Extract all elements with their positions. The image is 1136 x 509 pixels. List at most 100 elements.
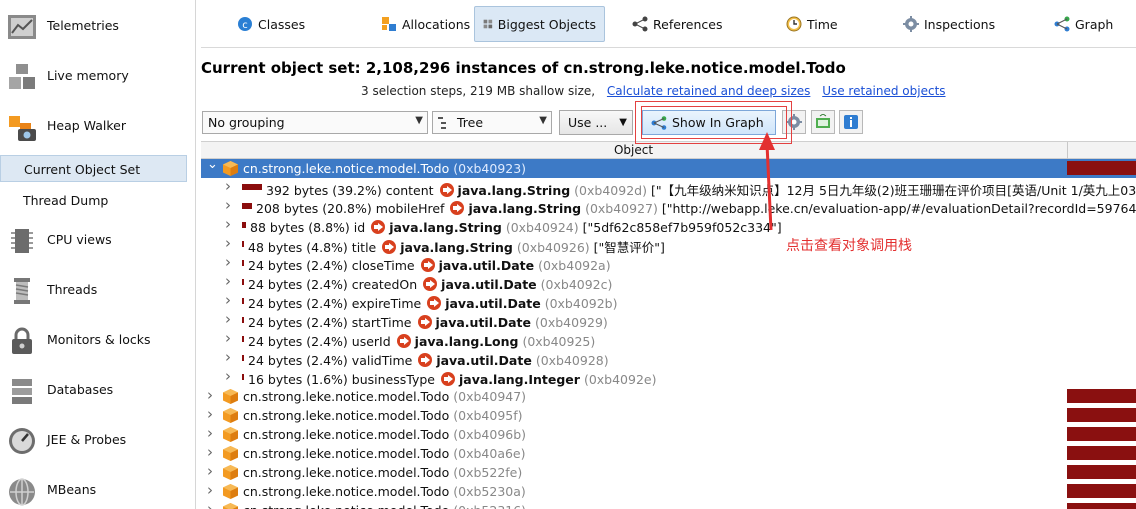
field-name: title bbox=[351, 240, 377, 255]
chevron-right-icon[interactable]: › bbox=[225, 310, 231, 328]
chevron-right-icon[interactable]: › bbox=[207, 405, 213, 423]
use-retained-objects-link[interactable]: Use retained objects bbox=[822, 84, 945, 98]
table-row[interactable]: › cn.strong.leke.notice.model.Todo (0xb52… bbox=[201, 500, 1136, 509]
object-class: cn.strong.leke.notice.model.Todo bbox=[243, 389, 450, 404]
size-bar bbox=[242, 317, 244, 323]
tab-graph[interactable]: Graph bbox=[1046, 6, 1121, 42]
chevron-right-icon[interactable]: › bbox=[207, 443, 213, 461]
tab-classes[interactable]: c Classes bbox=[229, 6, 313, 42]
field-size: 208 bytes (20.8%) bbox=[256, 201, 372, 216]
sidebar-item-jee-probes[interactable]: JEE & Probes bbox=[0, 416, 195, 466]
sidebar-item-current-object-set[interactable]: Current Object Set bbox=[0, 155, 187, 182]
tab-biggest-objects[interactable]: Biggest Objects bbox=[474, 6, 605, 42]
table-row[interactable]: › 208 bytes (20.8%) mobileHref java.lang.… bbox=[201, 196, 1136, 216]
chevron-right-icon[interactable]: › bbox=[225, 329, 231, 347]
probes-icon bbox=[9, 428, 35, 454]
chevron-down-icon: ▼ bbox=[415, 115, 423, 126]
table-row[interactable]: › 392 bytes (39.2%) content java.lang.Str… bbox=[201, 177, 1136, 198]
chevron-right-icon[interactable]: › bbox=[225, 234, 231, 252]
size-bar bbox=[242, 298, 244, 304]
threads-icon bbox=[14, 278, 30, 304]
grouping-select[interactable]: No grouping ▼ bbox=[202, 111, 428, 134]
chevron-right-icon[interactable]: › bbox=[207, 500, 213, 509]
clock-icon bbox=[786, 16, 802, 32]
sidebar-item-cpu-views[interactable]: CPU views bbox=[0, 216, 195, 266]
sidebar-item-label: Heap Walker bbox=[47, 118, 126, 133]
reference-arrow-icon bbox=[423, 277, 438, 291]
field-size: 392 bytes (39.2%) bbox=[266, 183, 382, 198]
table-row[interactable]: › cn.strong.leke.notice.model.Todo (0xb40… bbox=[201, 386, 1136, 406]
tab-allocations[interactable]: Allocations bbox=[373, 6, 478, 42]
chevron-right-icon[interactable]: › bbox=[207, 481, 213, 499]
field-address: (0xb40929) bbox=[535, 315, 608, 330]
object-address: (0xb40947) bbox=[453, 389, 527, 404]
table-row[interactable]: › cn.strong.leke.notice.model.Todo (0xb40… bbox=[201, 443, 1136, 463]
object-icon bbox=[223, 161, 238, 176]
chevron-right-icon[interactable]: › bbox=[207, 386, 213, 404]
export-button[interactable] bbox=[811, 110, 835, 134]
field-address: (0xb4092e) bbox=[583, 372, 657, 387]
sidebar-item-label: Monitors & locks bbox=[47, 332, 151, 347]
field-size: 24 bytes (2.4%) bbox=[248, 296, 348, 311]
size-bar bbox=[1067, 465, 1136, 479]
field-type: java.lang.String bbox=[400, 240, 513, 255]
sidebar-item-thread-dump[interactable]: Thread Dump bbox=[0, 187, 187, 214]
info-button[interactable] bbox=[839, 110, 863, 134]
sidebar-item-threads[interactable]: Threads bbox=[0, 266, 195, 316]
table-row[interactable]: › cn.strong.leke.notice.model.Todo (0xb40… bbox=[201, 405, 1136, 425]
size-bar bbox=[242, 222, 246, 228]
chevron-right-icon[interactable]: › bbox=[225, 272, 231, 290]
chevron-right-icon[interactable]: › bbox=[225, 367, 231, 385]
sidebar-item-live-memory[interactable]: Live memory bbox=[0, 52, 195, 102]
chevron-right-icon[interactable]: › bbox=[225, 215, 231, 233]
reference-arrow-icon bbox=[420, 258, 435, 272]
sidebar-item-databases[interactable]: Databases bbox=[0, 366, 195, 416]
field-value: ["5df62c858ef7b959f052c334"] bbox=[582, 220, 782, 235]
cpu-views-icon bbox=[11, 229, 33, 253]
table-row[interactable]: › 24 bytes (2.4%) validTime java.util.Dat… bbox=[201, 348, 1136, 368]
reference-arrow-icon bbox=[418, 353, 433, 367]
calculate-retained-sizes-link[interactable]: Calculate retained and deep sizes bbox=[607, 84, 810, 98]
field-type: java.lang.String bbox=[468, 201, 582, 216]
table-row[interactable]: › 24 bytes (2.4%) expireTime java.util.Da… bbox=[201, 291, 1136, 311]
table-row[interactable]: › 24 bytes (2.4%) closeTime java.util.Dat… bbox=[201, 253, 1136, 273]
chevron-right-icon[interactable]: › bbox=[225, 348, 231, 366]
tab-time[interactable]: Time bbox=[778, 6, 846, 42]
sidebar-item-mbeans[interactable]: MBeans bbox=[0, 466, 195, 509]
chevron-right-icon[interactable]: › bbox=[207, 462, 213, 480]
sidebar-item-heap-walker[interactable]: Heap Walker bbox=[0, 102, 195, 152]
table-row[interactable]: › 24 bytes (2.4%) userId java.lang.Long (… bbox=[201, 329, 1136, 349]
object-tree: Object ⌄ cn.strong.leke.notice.model.Todo… bbox=[201, 141, 1136, 509]
table-row[interactable]: › 24 bytes (2.4%) startTime java.util.Dat… bbox=[201, 310, 1136, 330]
table-row[interactable]: › 16 bytes (1.6%) businessType java.lang.… bbox=[201, 367, 1136, 387]
view-mode-select[interactable]: Tree ▼ bbox=[432, 111, 552, 134]
chevron-right-icon[interactable]: › bbox=[207, 424, 213, 442]
field-size: 24 bytes (2.4%) bbox=[248, 258, 348, 273]
table-row[interactable]: › cn.strong.leke.notice.model.Todo (0xb40… bbox=[201, 424, 1136, 444]
column-header-object[interactable]: Object bbox=[201, 143, 1066, 157]
field-name: mobileHref bbox=[375, 201, 445, 216]
sidebar-item-label: JEE & Probes bbox=[47, 432, 127, 447]
sidebar-item-telemetries[interactable]: Telemetries bbox=[0, 2, 195, 52]
table-row[interactable]: › cn.strong.leke.notice.model.Todo (0xb52… bbox=[201, 462, 1136, 482]
chevron-right-icon[interactable]: › bbox=[225, 196, 231, 214]
table-row[interactable]: › 48 bytes (4.8%) title java.lang.String … bbox=[201, 234, 1136, 255]
table-row[interactable]: › 88 bytes (8.8%) id java.lang.String (0x… bbox=[201, 215, 1136, 235]
sidebar-item-monitors-locks[interactable]: Monitors & locks bbox=[0, 316, 195, 366]
size-bar bbox=[1067, 389, 1136, 403]
field-name: validTime bbox=[351, 353, 413, 368]
sidebar-item-label: Threads bbox=[47, 282, 98, 297]
lock-icon bbox=[12, 327, 32, 354]
allocations-icon bbox=[382, 17, 396, 31]
table-row[interactable]: › cn.strong.leke.notice.model.Todo (0xb52… bbox=[201, 481, 1136, 501]
sidebar-item-label: Databases bbox=[47, 382, 114, 397]
table-row[interactable]: ⌄ cn.strong.leke.notice.model.Todo (0xb40… bbox=[201, 157, 1136, 178]
tab-references[interactable]: References bbox=[624, 6, 730, 42]
chevron-right-icon[interactable]: › bbox=[225, 253, 231, 271]
table-row[interactable]: › 24 bytes (2.4%) createdOn java.util.Dat… bbox=[201, 272, 1136, 292]
chevron-down-icon[interactable]: ⌄ bbox=[207, 157, 218, 172]
chevron-right-icon[interactable]: › bbox=[225, 291, 231, 309]
tab-inspections[interactable]: Inspections bbox=[895, 6, 1003, 42]
use-menu-button[interactable]: Use ... ▼ bbox=[559, 110, 633, 135]
chevron-right-icon[interactable]: › bbox=[225, 177, 231, 195]
